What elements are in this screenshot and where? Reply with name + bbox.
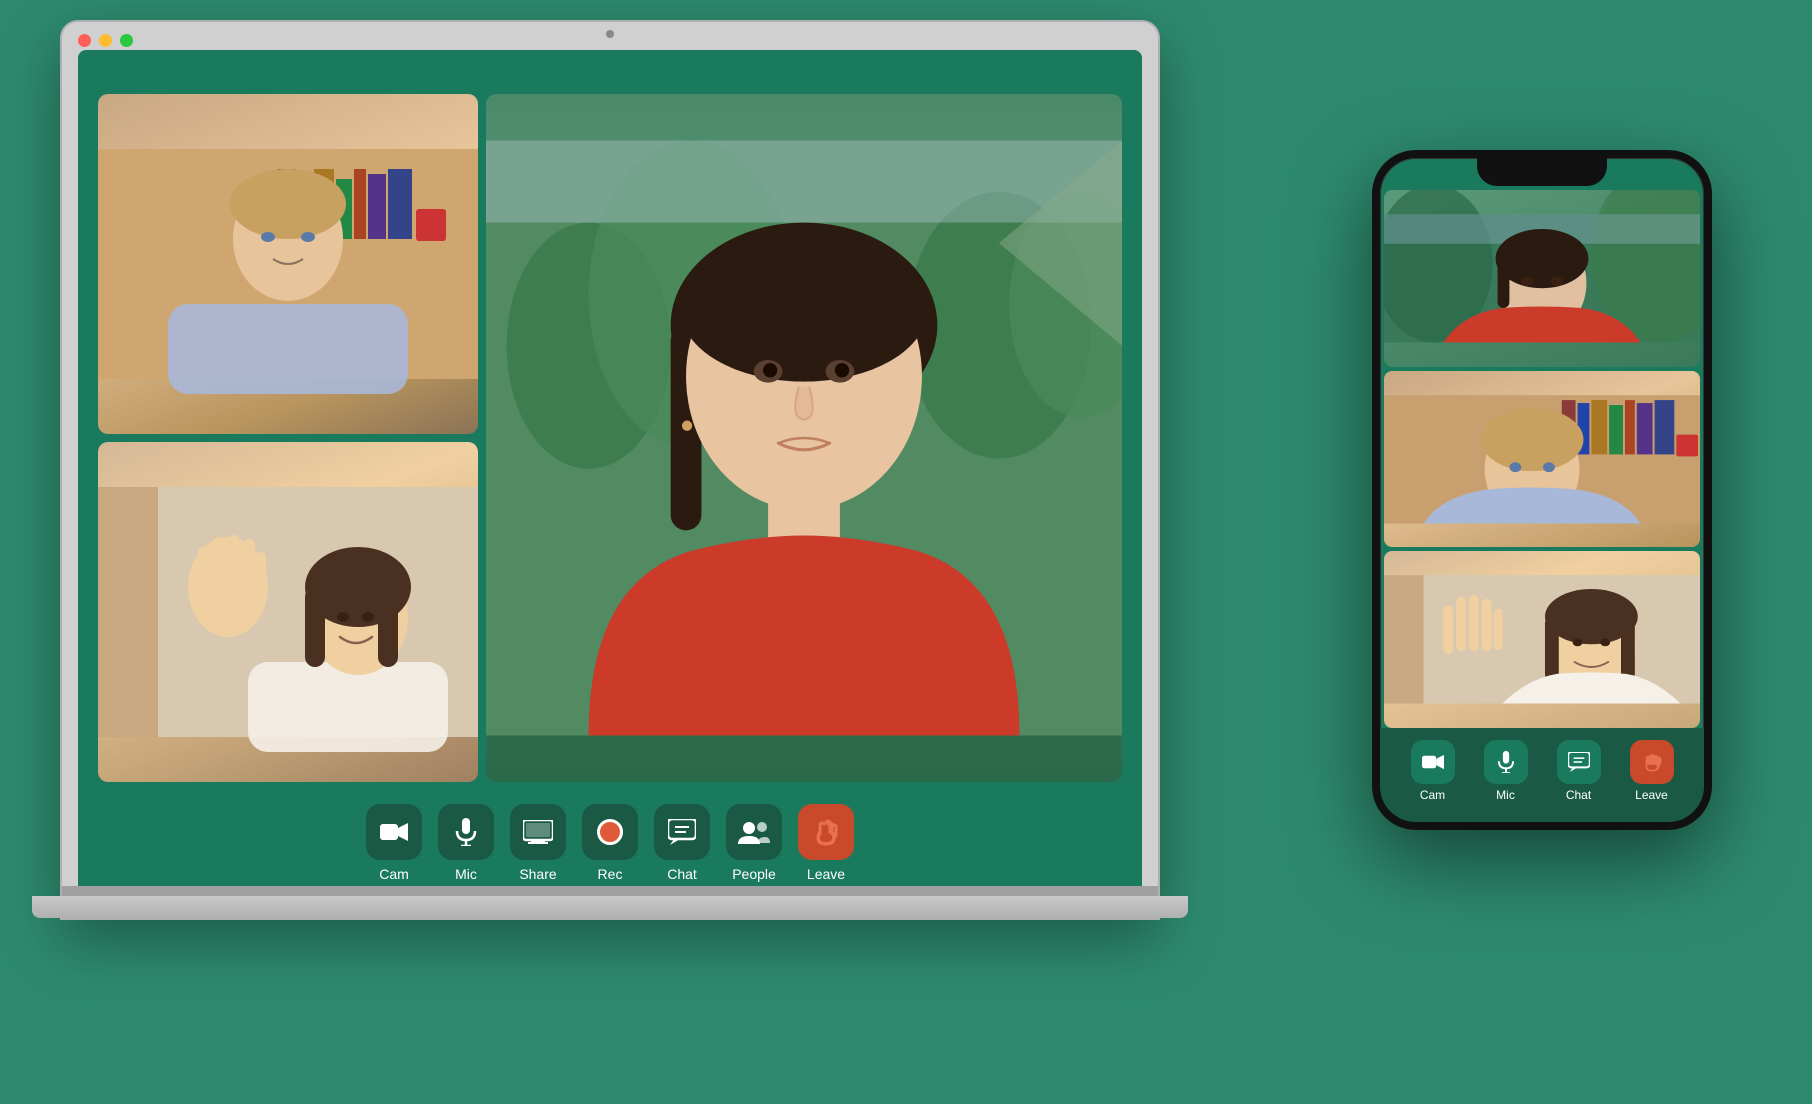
leave-icon (798, 804, 854, 860)
laptop-base (32, 896, 1188, 918)
cam-button[interactable]: Cam (366, 804, 422, 882)
chat-icon (654, 804, 710, 860)
phone-mic-button[interactable]: Mic (1484, 740, 1528, 802)
phone-participant-2 (1384, 371, 1700, 548)
phone-participant-3 (1384, 551, 1700, 728)
phone-notch (1477, 158, 1607, 186)
phone-cam-label: Cam (1420, 788, 1445, 802)
rec-dot-indicator (597, 819, 623, 845)
phone-body: Cam Mic (1372, 150, 1712, 830)
mic-button[interactable]: Mic (438, 804, 494, 882)
phone-leave-button[interactable]: Leave (1630, 740, 1674, 802)
cam-icon (366, 804, 422, 860)
leave-label: Leave (807, 866, 845, 882)
share-label: Share (519, 866, 556, 882)
phone-device: Cam Mic (1372, 150, 1712, 830)
laptop-camera (606, 30, 614, 38)
phone-chat-icon (1557, 740, 1601, 784)
phone-cam-button[interactable]: Cam (1411, 740, 1455, 802)
rec-button[interactable]: Rec (582, 804, 638, 882)
people-button[interactable]: People (726, 804, 782, 882)
phone-leave-icon (1630, 740, 1674, 784)
mic-icon (438, 804, 494, 860)
close-button[interactable] (78, 34, 91, 47)
chat-label: Chat (667, 866, 697, 882)
phone-mic-icon (1484, 740, 1528, 784)
laptop-screen: Cam Mic (78, 50, 1142, 902)
share-button[interactable]: Share (510, 804, 566, 882)
fullscreen-button[interactable] (120, 34, 133, 47)
phone-toolbar: Cam Mic (1380, 728, 1704, 822)
participant-thumb-2 (98, 442, 478, 782)
laptop-device: Cam Mic (60, 20, 1160, 1000)
people-icon (726, 804, 782, 860)
share-icon (510, 804, 566, 860)
traffic-lights (78, 34, 133, 47)
phone-participant-1 (1384, 190, 1700, 367)
laptop-hinge (62, 886, 1158, 896)
mic-label: Mic (455, 866, 477, 882)
leave-button[interactable]: Leave (798, 804, 854, 882)
rec-label: Rec (598, 866, 623, 882)
cam-label: Cam (379, 866, 409, 882)
minimize-button[interactable] (99, 34, 112, 47)
phone-video-grid (1380, 158, 1704, 728)
phone-leave-label: Leave (1635, 788, 1668, 802)
phone-mic-label: Mic (1496, 788, 1515, 802)
video-grid (78, 50, 1142, 792)
rec-icon (582, 804, 638, 860)
participant-thumb-1 (98, 94, 478, 434)
main-video (486, 94, 1122, 782)
participants-sidebar (98, 94, 478, 782)
phone-chat-button[interactable]: Chat (1557, 740, 1601, 802)
phone-chat-label: Chat (1566, 788, 1591, 802)
phone-cam-icon (1411, 740, 1455, 784)
laptop-body: Cam Mic (60, 20, 1160, 920)
people-label: People (732, 866, 776, 882)
chat-button[interactable]: Chat (654, 804, 710, 882)
